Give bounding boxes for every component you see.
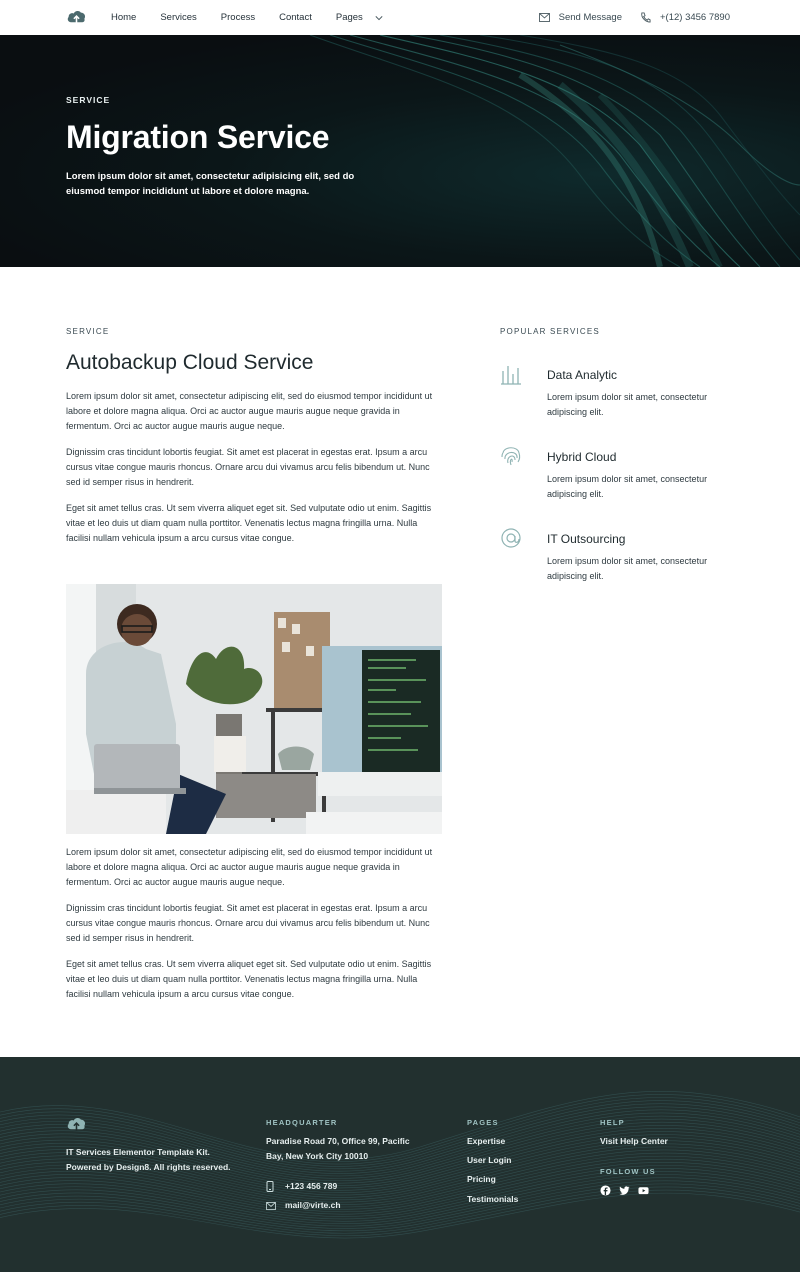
footer-link-pricing[interactable]: Pricing: [467, 1174, 496, 1184]
top-navbar: Home Services Process Contact Pages Send…: [0, 0, 800, 35]
body-paragraph: Dignissim cras tincidunt lobortis feugia…: [66, 903, 430, 944]
sidebar-eyebrow: POPULAR SERVICES: [500, 327, 600, 336]
hero-banner: SERVICE Migration Service Lorem ipsum do…: [0, 35, 800, 267]
man-with-laptop-image: [66, 584, 442, 834]
service-title-hybrid-cloud[interactable]: Hybrid Cloud: [547, 450, 616, 464]
nav-process[interactable]: Process: [221, 12, 255, 23]
nav-services-label: Services: [160, 12, 197, 23]
footer-email[interactable]: mail@virte.ch: [285, 1200, 341, 1210]
youtube-icon[interactable]: [638, 1183, 649, 1195]
phone-number: +(12) 3456 7890: [660, 12, 730, 23]
service-title-data-analytic[interactable]: Data Analytic: [547, 368, 617, 382]
at-sign-icon: [501, 528, 521, 548]
footer-link-user-login[interactable]: User Login: [467, 1155, 511, 1165]
body-paragraph: Dignissim cras tincidunt lobortis feugia…: [66, 447, 430, 488]
footer: IT Services Elementor Template Kit. Powe…: [0, 1057, 800, 1272]
envelope-icon: [538, 13, 550, 22]
service-desc: Lorem ipsum dolor sit amet, consectetur …: [547, 474, 708, 499]
section-title: Autobackup Cloud Service: [66, 351, 314, 374]
phone-icon: [266, 1181, 274, 1192]
nav-home[interactable]: Home: [111, 12, 136, 23]
body-paragraph: Lorem ipsum dolor sit amet, consectetur …: [66, 847, 433, 888]
service-desc: Lorem ipsum dolor sit amet, consectetur …: [547, 392, 708, 417]
phone-link[interactable]: +(12) 3456 7890: [640, 12, 730, 23]
footer-phone[interactable]: +123 456 789: [285, 1181, 337, 1191]
service-desc: Lorem ipsum dolor sit amet, consectetur …: [547, 556, 708, 581]
hero-eyebrow: SERVICE: [66, 95, 111, 105]
body-paragraph: Eget sit amet tellus cras. Ut sem viverr…: [66, 503, 432, 544]
nav-pages[interactable]: Pages: [336, 12, 383, 23]
bar-chart-icon: [501, 366, 521, 385]
phone-icon: [641, 12, 651, 23]
envelope-icon: [266, 1202, 276, 1210]
chevron-down-icon: [375, 15, 383, 20]
nav-pages-label: Pages: [335, 12, 363, 23]
footer-link-testimonials[interactable]: Testimonials: [467, 1194, 518, 1204]
nav-contact-label: Contact: [279, 12, 312, 23]
nav-process-label: Process: [220, 12, 256, 23]
page-title: Migration Service: [66, 119, 330, 155]
section-eyebrow: SERVICE: [66, 327, 110, 336]
service-title-it-outsourcing[interactable]: IT Outsourcing: [547, 532, 625, 546]
body-paragraph: Eget sit amet tellus cras. Ut sem viverr…: [66, 959, 432, 1000]
social-links: [600, 1183, 657, 1196]
office-photo: [66, 584, 442, 834]
footer-link-help-center[interactable]: Visit Help Center: [600, 1136, 668, 1146]
send-message-label: Send Message: [558, 12, 622, 23]
footer-link-expertise[interactable]: Expertise: [467, 1136, 505, 1146]
nav-contact[interactable]: Contact: [279, 12, 312, 23]
nav-services[interactable]: Services: [160, 12, 196, 23]
footer-about: IT Services Elementor Template Kit. Powe…: [66, 1147, 231, 1172]
hero-description: Lorem ipsum dolor sit amet, consectetur …: [66, 171, 355, 197]
cloud-upload-icon[interactable]: [66, 1115, 87, 1133]
cloud-upload-icon[interactable]: [66, 8, 87, 26]
body-paragraph: Lorem ipsum dolor sit amet, consectetur …: [66, 391, 433, 432]
facebook-icon[interactable]: [600, 1183, 611, 1196]
send-message-link[interactable]: Send Message: [538, 12, 622, 23]
footer-address: Paradise Road 70, Office 99, Pacific Bay…: [266, 1136, 410, 1161]
fingerprint-icon: [501, 447, 521, 466]
nav-home-label: Home: [111, 12, 137, 23]
footer-heading-follow-us: FOLLOW US: [600, 1167, 656, 1176]
twitter-icon[interactable]: [619, 1183, 630, 1195]
footer-heading-help: HELP: [600, 1118, 625, 1127]
main-menu: Home Services Process Contact Pages: [111, 0, 407, 35]
footer-heading-pages: PAGES: [467, 1118, 499, 1127]
footer-heading-headquarter: HEADQUARTER: [266, 1118, 338, 1127]
